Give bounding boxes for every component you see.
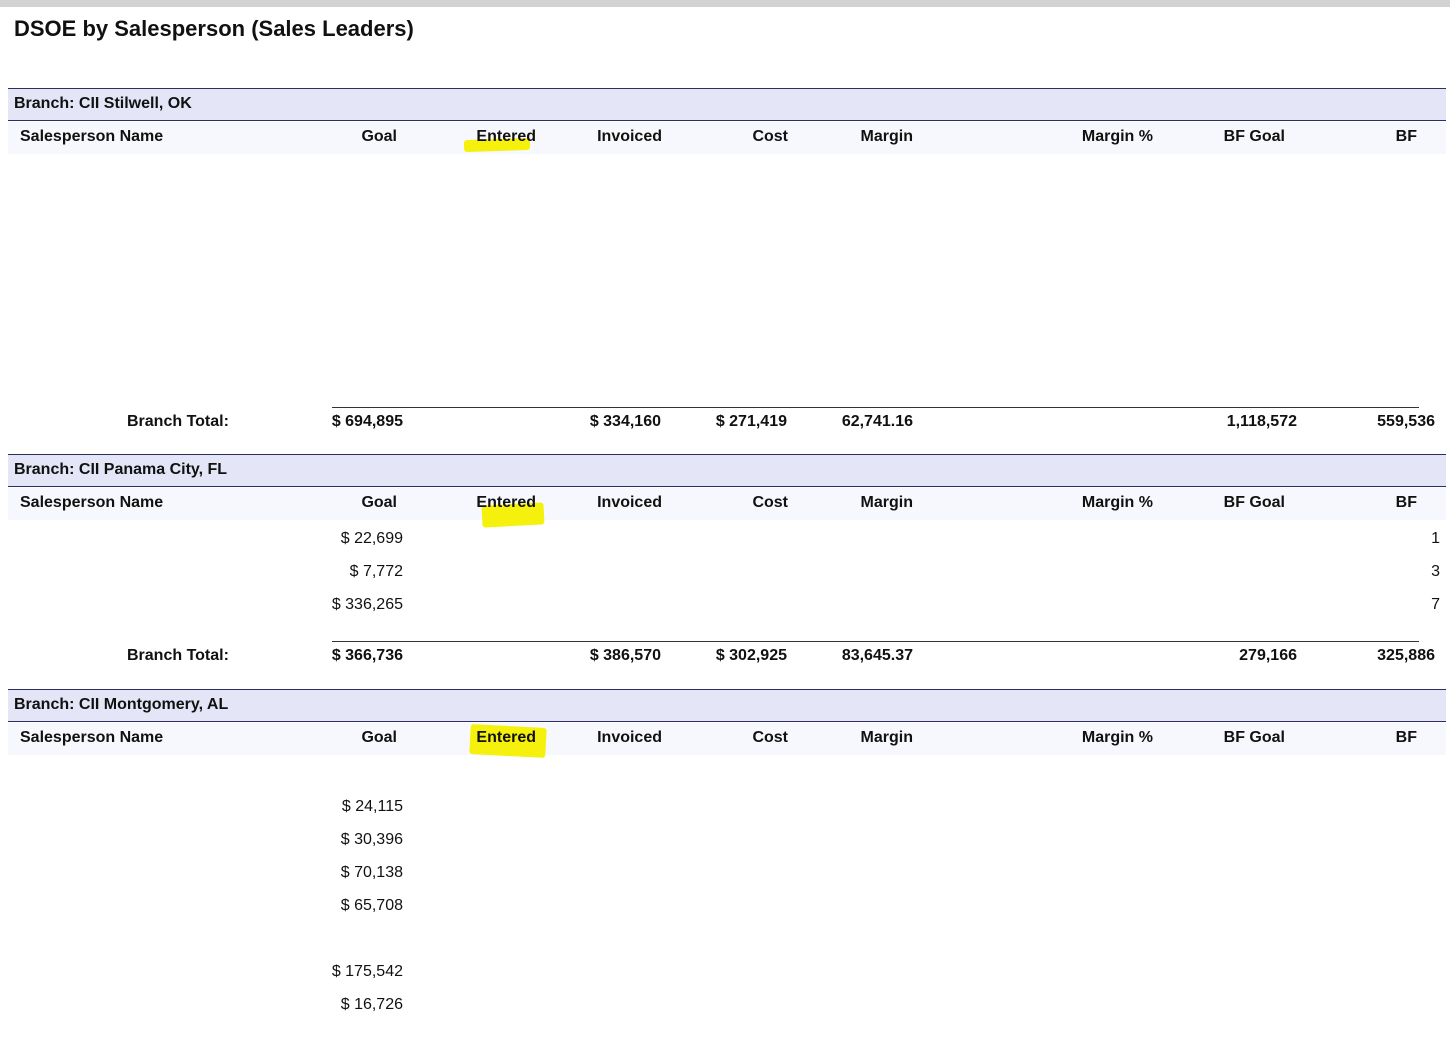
col-salesperson-name: Salesperson Name	[20, 128, 164, 145]
branch-header-panama-city: Branch: CII Panama City, FL	[8, 454, 1446, 487]
col-bf: BF	[1395, 729, 1417, 746]
goal-value: $ 22,699	[340, 530, 403, 547]
col-cost: Cost	[752, 494, 788, 511]
col-entered: Entered	[476, 128, 536, 145]
col-bf: BF	[1395, 494, 1417, 511]
col-margin-pct: Margin %	[1081, 128, 1153, 145]
col-cost: Cost	[752, 729, 788, 746]
col-bf: BF	[1395, 128, 1417, 145]
col-bf-goal: BF Goal	[1223, 128, 1285, 145]
bf-value: 3	[1431, 563, 1440, 580]
goal-value: $ 175,542	[331, 963, 403, 980]
total-margin: 62,741.16	[841, 413, 913, 430]
bf-value: 1	[1431, 530, 1440, 547]
total-divider-line	[332, 407, 1419, 408]
total-goal: $ 366,736	[331, 647, 403, 664]
total-cost: $ 271,419	[715, 413, 787, 430]
col-salesperson-name: Salesperson Name	[20, 494, 164, 511]
goal-value: $ 24,115	[341, 798, 403, 815]
col-bf-goal: BF Goal	[1223, 729, 1285, 746]
goal-value: $ 7,772	[349, 563, 403, 580]
total-bf-goal: 279,166	[1239, 647, 1297, 664]
bf-value: 7	[1431, 596, 1440, 613]
total-cost: $ 302,925	[715, 647, 787, 664]
goal-value: $ 30,396	[340, 831, 403, 848]
branch-header-montgomery: Branch: CII Montgomery, AL	[8, 689, 1446, 722]
total-bf: 325,886	[1377, 647, 1435, 664]
branch-label: Branch: CII Montgomery, AL	[14, 696, 229, 713]
total-bf-goal: 1,118,572	[1226, 413, 1297, 430]
col-invoiced: Invoiced	[597, 128, 662, 145]
goal-value: $ 336,265	[331, 596, 403, 613]
total-goal: $ 694,895	[331, 413, 403, 430]
total-bf: 559,536	[1377, 413, 1435, 430]
total-margin: 83,645.37	[841, 647, 913, 664]
col-bf-goal: BF Goal	[1223, 494, 1285, 511]
branch-header-stilwell: Branch: CII Stilwell, OK	[8, 88, 1446, 121]
col-invoiced: Invoiced	[597, 729, 662, 746]
col-entered: Entered	[476, 729, 536, 746]
branch-label: Branch: CII Panama City, FL	[14, 461, 228, 478]
col-cost: Cost	[752, 128, 788, 145]
col-goal: Goal	[361, 128, 397, 145]
total-invoiced: $ 386,570	[589, 647, 661, 664]
col-goal: Goal	[361, 494, 397, 511]
col-margin-pct: Margin %	[1081, 494, 1153, 511]
goal-value: $ 65,708	[340, 897, 403, 914]
col-goal: Goal	[361, 729, 397, 746]
total-invoiced: $ 334,160	[589, 413, 661, 430]
col-margin-pct: Margin %	[1081, 729, 1153, 746]
col-salesperson-name: Salesperson Name	[20, 729, 164, 746]
total-divider-line	[332, 641, 1419, 642]
branch-total-label: Branch Total:	[127, 647, 229, 664]
col-invoiced: Invoiced	[597, 494, 662, 511]
col-margin: Margin	[860, 494, 913, 511]
branch-total-label: Branch Total:	[127, 413, 229, 430]
col-margin: Margin	[860, 729, 913, 746]
col-entered: Entered	[476, 494, 536, 511]
goal-value: $ 16,726	[340, 996, 403, 1013]
col-margin: Margin	[860, 128, 913, 145]
top-border-bar	[0, 0, 1450, 7]
report-title: DSOE by Salesperson (Sales Leaders)	[14, 16, 414, 41]
goal-value: $ 70,138	[340, 864, 403, 881]
branch-label: Branch: CII Stilwell, OK	[14, 95, 192, 112]
